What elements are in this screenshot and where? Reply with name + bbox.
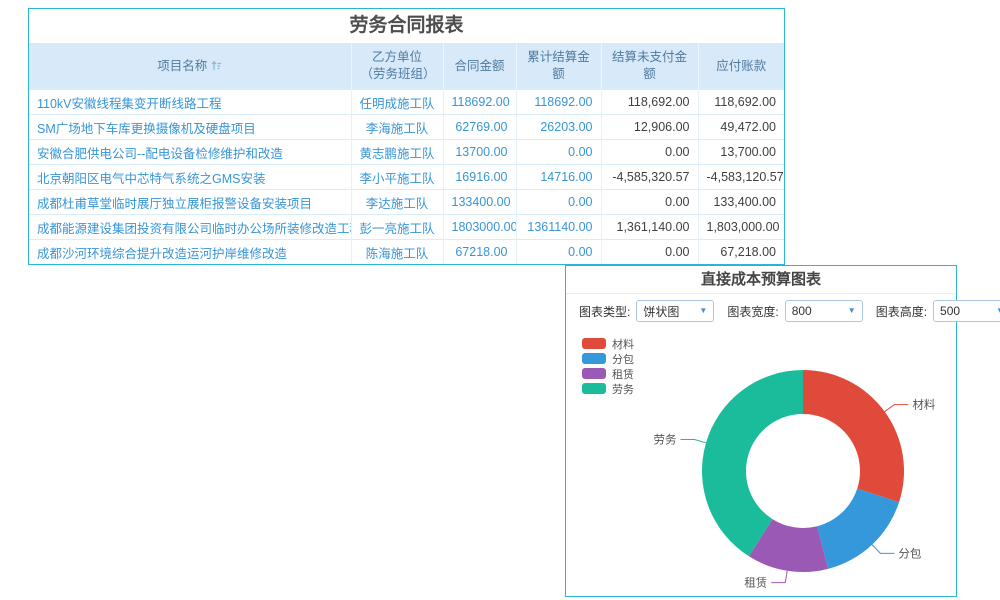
cost-budget-chart-panel: 直接成本预算图表 图表类型: 饼状图 ▼ 图表宽度: 800 ▼ 图表高度: 5…	[565, 265, 957, 597]
cell-settled: 118692.00	[516, 90, 601, 115]
cell-team: 李小平施工队	[351, 165, 443, 190]
chart-panel-title: 直接成本预算图表	[566, 266, 956, 294]
cell-contract: 1803000.00	[443, 215, 516, 240]
label-leader-line	[872, 545, 894, 554]
cell-name[interactable]: SM广场地下车库更换摄像机及硬盘项目	[29, 115, 351, 140]
slice-label: 材料	[912, 398, 935, 412]
cell-payable: 118,692.00	[698, 90, 784, 115]
cell-payable: 49,472.00	[698, 115, 784, 140]
chart-controls: 图表类型: 饼状图 ▼ 图表宽度: 800 ▼ 图表高度: 500 ▼	[566, 294, 956, 328]
caret-down-icon: ▼	[848, 307, 856, 315]
cell-contract: 16916.00	[443, 165, 516, 190]
cell-name[interactable]: 成都沙河环境综合提升改造运河护岸维修改造	[29, 240, 351, 265]
column-header-team: 乙方单位（劳务班组）	[351, 43, 443, 90]
pie-slice-0[interactable]	[803, 370, 904, 502]
chart-width-select[interactable]: 800 ▼	[785, 300, 863, 322]
table-row: 成都能源建设集团投资有限公司临时办公场所装修改造工程EPC彭一亮施工队18030…	[29, 215, 784, 240]
column-header-payable: 应付账款	[698, 43, 784, 90]
chart-width-label: 图表宽度:	[727, 303, 778, 320]
caret-down-icon: ▼	[996, 307, 1000, 315]
cell-unpaid: 118,692.00	[601, 90, 698, 115]
report-title: 劳务合同报表	[29, 9, 784, 43]
cell-name[interactable]: 成都杜甫草堂临时展厅独立展柜报警设备安装项目	[29, 190, 351, 215]
cell-team: 李海施工队	[351, 115, 443, 140]
slice-label: 租赁	[744, 576, 767, 590]
cell-settled: 26203.00	[516, 115, 601, 140]
chart-height-group: 图表高度: 500 ▼	[876, 300, 1000, 322]
slice-label: 分包	[898, 547, 921, 560]
cell-name[interactable]: 110kV安徽线程集变开断线路工程	[29, 90, 351, 115]
table-row: 成都沙河环境综合提升改造运河护岸维修改造陈海施工队67218.000.000.0…	[29, 240, 784, 265]
slice-label: 劳务	[654, 433, 677, 447]
cell-name[interactable]: 成都能源建设集团投资有限公司临时办公场所装修改造工程EPC	[29, 215, 351, 240]
chart-type-group: 图表类型: 饼状图 ▼	[579, 300, 714, 322]
cell-unpaid: -4,585,320.57	[601, 165, 698, 190]
column-header-label: 项目名称	[157, 59, 207, 73]
cell-payable: 133,400.00	[698, 190, 784, 215]
column-header-unpaid-amount: 结算未支付金额	[601, 43, 698, 90]
label-leader-line	[771, 571, 787, 583]
cell-team: 彭一亮施工队	[351, 215, 443, 240]
donut-chart: 材料分包租赁 劳务	[566, 328, 956, 596]
chart-height-select[interactable]: 500 ▼	[933, 300, 1000, 322]
cell-payable: -4,583,120.57	[698, 165, 784, 190]
cell-payable: 13,700.00	[698, 140, 784, 165]
caret-down-icon: ▼	[699, 307, 707, 315]
cell-payable: 67,218.00	[698, 240, 784, 265]
cell-team: 李达施工队	[351, 190, 443, 215]
cell-settled: 14716.00	[516, 165, 601, 190]
cell-payable: 1,803,000.00	[698, 215, 784, 240]
cell-settled: 0.00	[516, 240, 601, 265]
cell-contract: 67218.00	[443, 240, 516, 265]
cell-name[interactable]: 安徽合肥供电公司--配电设备检修维护和改造	[29, 140, 351, 165]
cell-settled: 0.00	[516, 190, 601, 215]
cell-unpaid: 0.00	[601, 140, 698, 165]
cell-unpaid: 1,361,140.00	[601, 215, 698, 240]
cell-unpaid: 0.00	[601, 190, 698, 215]
table-row: 成都杜甫草堂临时展厅独立展柜报警设备安装项目李达施工队133400.000.00…	[29, 190, 784, 215]
cell-unpaid: 12,906.00	[601, 115, 698, 140]
cell-contract: 118692.00	[443, 90, 516, 115]
chart-width-group: 图表宽度: 800 ▼	[727, 300, 862, 322]
chart-type-value: 饼状图	[643, 303, 679, 320]
cell-team: 任明成施工队	[351, 90, 443, 115]
report-table-body: 110kV安徽线程集变开断线路工程任明成施工队118692.00118692.0…	[29, 90, 784, 265]
cell-settled: 0.00	[516, 140, 601, 165]
chart-height-label: 图表高度:	[876, 303, 927, 320]
table-row: 110kV安徽线程集变开断线路工程任明成施工队118692.00118692.0…	[29, 90, 784, 115]
chart-type-select[interactable]: 饼状图 ▼	[636, 300, 714, 322]
table-row: 北京朝阳区电气中芯特气系统之GMS安装李小平施工队16916.0014716.0…	[29, 165, 784, 190]
label-leader-line	[681, 440, 707, 443]
pie-slice-1[interactable]	[817, 489, 899, 569]
cell-contract: 13700.00	[443, 140, 516, 165]
table-row: 安徽合肥供电公司--配电设备检修维护和改造黄志鹏施工队13700.000.000…	[29, 140, 784, 165]
chart-width-value: 800	[792, 304, 812, 318]
cell-settled: 1361140.00	[516, 215, 601, 240]
column-header-settled-amount: 累计结算金额	[516, 43, 601, 90]
labor-contract-report-panel: 劳务合同报表 项目名称 乙方单位（劳务班组） 合同金额 累计结算金额 结算未支付…	[28, 8, 785, 265]
cell-name[interactable]: 北京朝阳区电气中芯特气系统之GMS安装	[29, 165, 351, 190]
column-header-project[interactable]: 项目名称	[29, 43, 351, 90]
cell-team: 黄志鹏施工队	[351, 140, 443, 165]
chart-type-label: 图表类型:	[579, 303, 630, 320]
column-header-contract-amount: 合同金额	[443, 43, 516, 90]
chart-height-value: 500	[940, 304, 960, 318]
table-header-row: 项目名称 乙方单位（劳务班组） 合同金额 累计结算金额 结算未支付金额 应付账款	[29, 43, 784, 90]
cell-contract: 62769.00	[443, 115, 516, 140]
cell-team: 陈海施工队	[351, 240, 443, 265]
label-leader-line	[885, 405, 909, 412]
table-row: SM广场地下车库更换摄像机及硬盘项目李海施工队62769.0026203.001…	[29, 115, 784, 140]
report-table: 项目名称 乙方单位（劳务班组） 合同金额 累计结算金额 结算未支付金额 应付账款…	[29, 43, 784, 264]
cell-contract: 133400.00	[443, 190, 516, 215]
cell-unpaid: 0.00	[601, 240, 698, 265]
sort-asc-icon	[211, 60, 222, 71]
